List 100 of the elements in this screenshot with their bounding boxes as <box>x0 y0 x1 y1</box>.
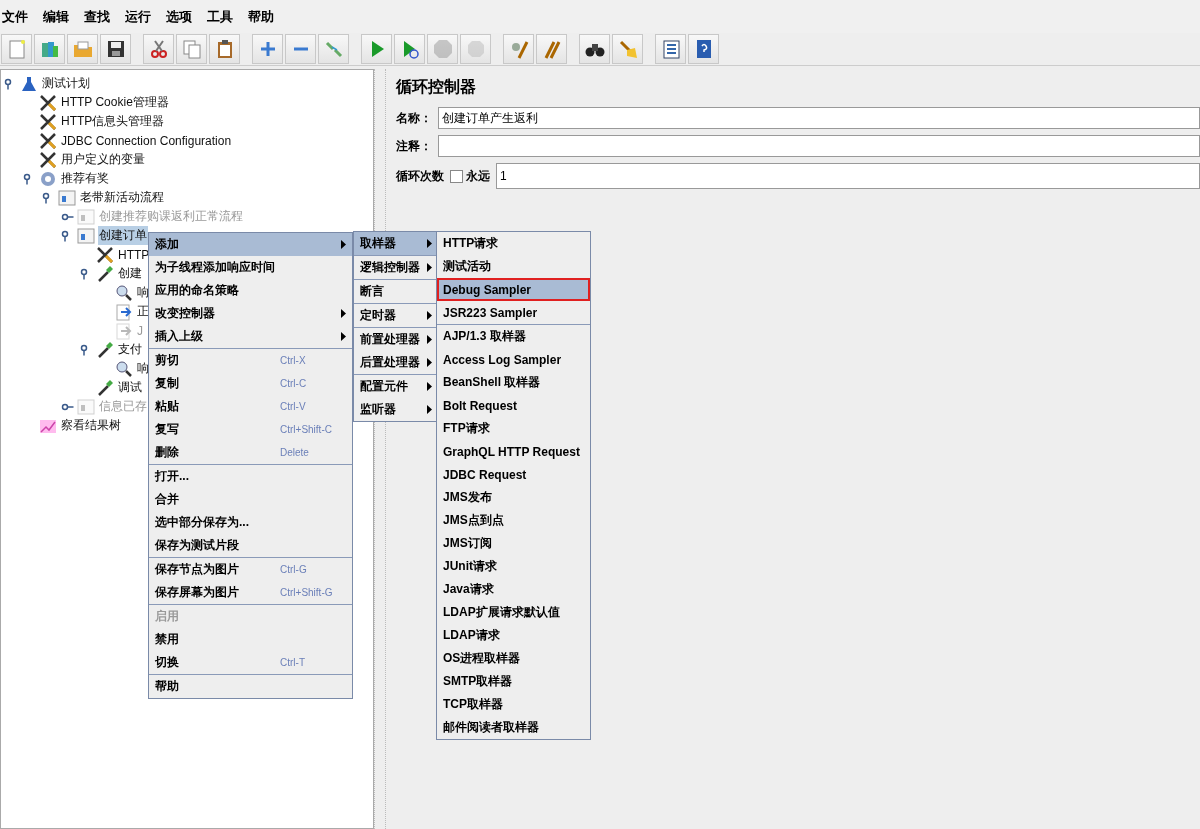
tree-node[interactable]: 创建 <box>117 264 143 283</box>
menu-item[interactable]: 插入上级 <box>149 325 352 348</box>
tree-node[interactable]: 正 <box>136 302 150 321</box>
submenu-arrow-icon <box>427 405 432 414</box>
menu-item[interactable]: FTP请求 <box>437 417 590 440</box>
menu-item[interactable]: JSR223 Sampler <box>437 301 590 324</box>
scissors-icon[interactable] <box>143 34 174 64</box>
plus-icon[interactable] <box>252 34 283 64</box>
help-icon[interactable] <box>688 34 719 64</box>
submenu-arrow-icon <box>427 311 432 320</box>
menu-item[interactable]: 测试活动 <box>437 255 590 278</box>
clipboard-icon[interactable] <box>209 34 240 64</box>
menu-item[interactable]: 复制 Ctrl-C <box>149 372 352 395</box>
menu-item[interactable]: Java请求 <box>437 578 590 601</box>
menu-item[interactable]: 工具 <box>207 7 233 26</box>
menu-item[interactable]: 粘贴 Ctrl-V <box>149 395 352 418</box>
menu-item[interactable]: 运行 <box>125 7 151 26</box>
menu-item[interactable]: 删除 Delete <box>149 441 352 464</box>
menu-item[interactable]: AJP/1.3 取样器 <box>437 325 590 348</box>
menu-item[interactable]: 选项 <box>166 7 192 26</box>
pipette-icon <box>96 378 114 397</box>
menu-item[interactable]: 取样器 <box>354 232 436 255</box>
menu-item[interactable]: 为子线程添加响应时间 <box>149 256 352 279</box>
menu-item[interactable]: JUnit请求 <box>437 555 590 578</box>
menu-item[interactable]: Access Log Sampler <box>437 348 590 371</box>
menu-item[interactable]: 编辑 <box>43 7 69 26</box>
checkbox-label[interactable]: 永远 <box>466 167 490 185</box>
broom-icon[interactable] <box>503 34 534 64</box>
broom-icon[interactable] <box>612 34 643 64</box>
tree-node[interactable]: 支付 <box>117 340 143 359</box>
menu-item[interactable]: 剪切 Ctrl-X <box>149 349 352 372</box>
menu-item[interactable]: 复写 Ctrl+Shift-C <box>149 418 352 441</box>
menu-item[interactable]: TCP取样器 <box>437 693 590 716</box>
menu-item[interactable]: 添加 <box>149 233 352 256</box>
menu-item[interactable]: 帮助 <box>149 675 352 698</box>
menu-item[interactable]: OS进程取样器 <box>437 647 590 670</box>
checkbox[interactable] <box>450 169 463 183</box>
tree-node[interactable]: 调试 <box>117 378 143 397</box>
tree-node[interactable]: HTTP Cookie管理器 <box>60 93 170 112</box>
brooms-icon[interactable] <box>536 34 567 64</box>
tree-node[interactable]: JDBC Connection Configuration <box>60 132 233 149</box>
menu-item[interactable]: 切换 Ctrl-T <box>149 651 352 674</box>
menu-item[interactable]: 断言 <box>354 280 436 303</box>
wrench-icon <box>39 112 57 131</box>
tree-node[interactable]: 响 <box>136 359 150 378</box>
menu-item[interactable]: JMS点到点 <box>437 509 590 532</box>
menu-item[interactable]: HTTP请求 <box>437 232 590 255</box>
menu-item[interactable]: 应用的命名策略 <box>149 279 352 302</box>
tree-node[interactable]: HTTP <box>117 246 151 263</box>
minus-icon[interactable] <box>285 34 316 64</box>
books-icon[interactable] <box>34 34 65 64</box>
menu-item[interactable]: 邮件阅读者取样器 <box>437 716 590 739</box>
menu-item[interactable]: BeanShell 取样器 <box>437 371 590 394</box>
tree-node[interactable]: 老带新活动流程 <box>79 188 165 207</box>
play-icon[interactable] <box>394 34 425 64</box>
arrow-document-icon <box>115 321 133 340</box>
tree-node[interactable]: 推荐有奖 <box>60 169 110 188</box>
menu-item[interactable]: Debug Sampler <box>437 278 590 301</box>
toggle-icon[interactable] <box>318 34 349 64</box>
tree-node[interactable]: 测试计划 <box>41 74 91 93</box>
menu-item[interactable]: 打开... <box>149 465 352 488</box>
panel-title: 循环控制器 <box>396 77 477 97</box>
tree-node[interactable]: 响 <box>136 283 150 302</box>
menu-item[interactable]: LDAP请求 <box>437 624 590 647</box>
menu-item[interactable]: 保存节点为图片 Ctrl-G <box>149 558 352 581</box>
menu-item[interactable]: GraphQL HTTP Request <box>437 440 590 463</box>
submenu-arrow-icon <box>427 358 432 367</box>
menu-item[interactable]: 文件 <box>2 7 28 26</box>
menu-item[interactable]: 定时器 <box>354 304 436 327</box>
menu-item[interactable]: LDAP扩展请求默认值 <box>437 601 590 624</box>
menu-item[interactable]: 保存为测试片段 <box>149 534 352 557</box>
menu-item[interactable]: 改变控制器 <box>149 302 352 325</box>
menu-item[interactable]: JMS发布 <box>437 486 590 509</box>
menu-item[interactable]: 前置处理器 <box>354 328 436 351</box>
menu-item[interactable]: JDBC Request <box>437 463 590 486</box>
menu-item[interactable]: JMS订阅 <box>437 532 590 555</box>
list-icon[interactable] <box>655 34 686 64</box>
tree-node[interactable]: 用户定义的变量 <box>60 150 146 169</box>
menu-item[interactable]: 帮助 <box>248 7 274 26</box>
menu-item[interactable]: SMTP取样器 <box>437 670 590 693</box>
wrench-icon <box>39 131 57 150</box>
tree-node[interactable]: HTTP信息头管理器 <box>60 112 166 131</box>
tree-node[interactable]: 察看结果树 <box>60 416 122 435</box>
menu-item[interactable]: Bolt Request <box>437 394 590 417</box>
shortcut-text: Ctrl-G <box>280 564 308 575</box>
menu-item[interactable]: 监听器 <box>354 398 436 421</box>
menu-item[interactable]: 逻辑控制器 <box>354 256 436 279</box>
comment-field[interactable] <box>438 135 1200 157</box>
menu-item[interactable]: 后置处理器 <box>354 351 436 374</box>
menu-item[interactable]: 禁用 <box>149 628 352 651</box>
menu-item[interactable]: 选中部分保存为... <box>149 511 352 534</box>
menu-item[interactable]: 合并 <box>149 488 352 511</box>
play-icon[interactable] <box>361 34 392 64</box>
tree-node[interactable]: 创建订单 <box>98 226 148 245</box>
binoculars-icon[interactable] <box>579 34 610 64</box>
menu-item[interactable]: 查找 <box>84 7 110 26</box>
loop-count-field[interactable]: 1 <box>496 163 1200 189</box>
menu-item[interactable]: 保存屏幕为图片 Ctrl+Shift-G <box>149 581 352 604</box>
menu-item[interactable]: 配置元件 <box>354 375 436 398</box>
name-field[interactable]: 创建订单产生返利 <box>438 107 1200 129</box>
